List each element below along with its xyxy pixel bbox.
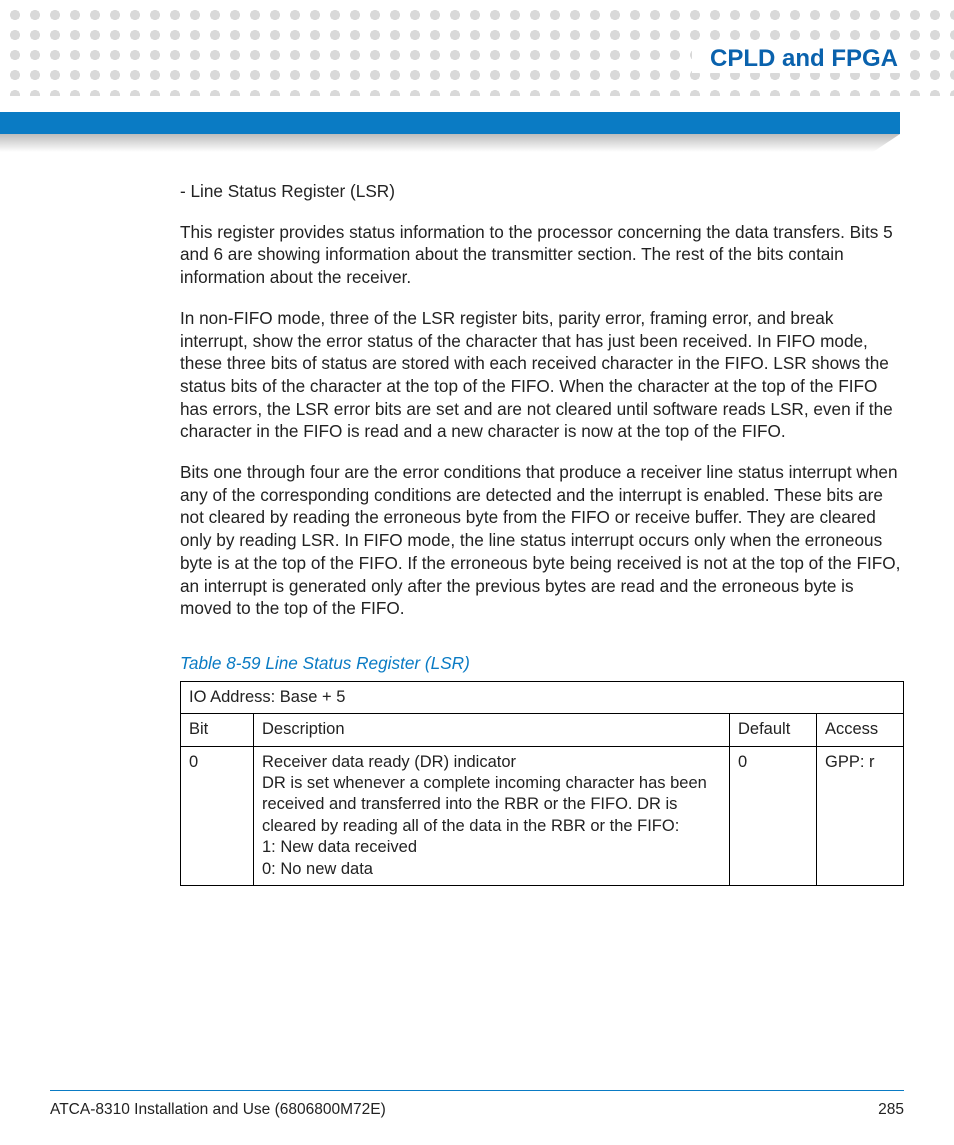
table-header-description: Description xyxy=(254,714,730,746)
lsr-register-table: IO Address: Base + 5 Bit Description Def… xyxy=(180,681,904,887)
paragraph-lsr-heading: - Line Status Register (LSR) xyxy=(180,180,904,203)
desc-line: 0: No new data xyxy=(262,859,721,880)
table-row: 0 Receiver data ready (DR) indicator DR … xyxy=(181,746,904,886)
table-io-address-row: IO Address: Base + 5 xyxy=(181,681,904,713)
table-caption: Table 8-59 Line Status Register (LSR) xyxy=(180,652,904,675)
header-shadow-bar xyxy=(0,134,900,152)
desc-line: DR is set whenever a complete incoming c… xyxy=(262,773,721,837)
table-header-row: Bit Description Default Access xyxy=(181,714,904,746)
table-header-bit: Bit xyxy=(181,714,254,746)
page-footer: ATCA-8310 Installation and Use (6806800M… xyxy=(50,1101,904,1119)
desc-line: Receiver data ready (DR) indicator xyxy=(262,752,721,773)
cell-bit: 0 xyxy=(181,746,254,886)
footer-page-number: 285 xyxy=(878,1101,904,1119)
paragraph-lsr-errors: Bits one through four are the error cond… xyxy=(180,461,904,620)
paragraph-lsr-intro: This register provides status informatio… xyxy=(180,221,904,289)
footer-rule xyxy=(50,1090,904,1091)
cell-description: Receiver data ready (DR) indicator DR is… xyxy=(254,746,730,886)
table-header-access: Access xyxy=(817,714,904,746)
footer-doc-title: ATCA-8310 Installation and Use (6806800M… xyxy=(50,1101,386,1119)
chapter-title: CPLD and FPGA xyxy=(692,45,904,73)
cell-default: 0 xyxy=(730,746,817,886)
cell-access: GPP: r xyxy=(817,746,904,886)
paragraph-lsr-fifo: In non-FIFO mode, three of the LSR regis… xyxy=(180,307,904,443)
table-header-default: Default xyxy=(730,714,817,746)
desc-line: 1: New data received xyxy=(262,837,721,858)
page-content: - Line Status Register (LSR) This regist… xyxy=(180,180,904,886)
table-io-address: IO Address: Base + 5 xyxy=(181,681,904,713)
header-blue-bar xyxy=(0,112,900,134)
